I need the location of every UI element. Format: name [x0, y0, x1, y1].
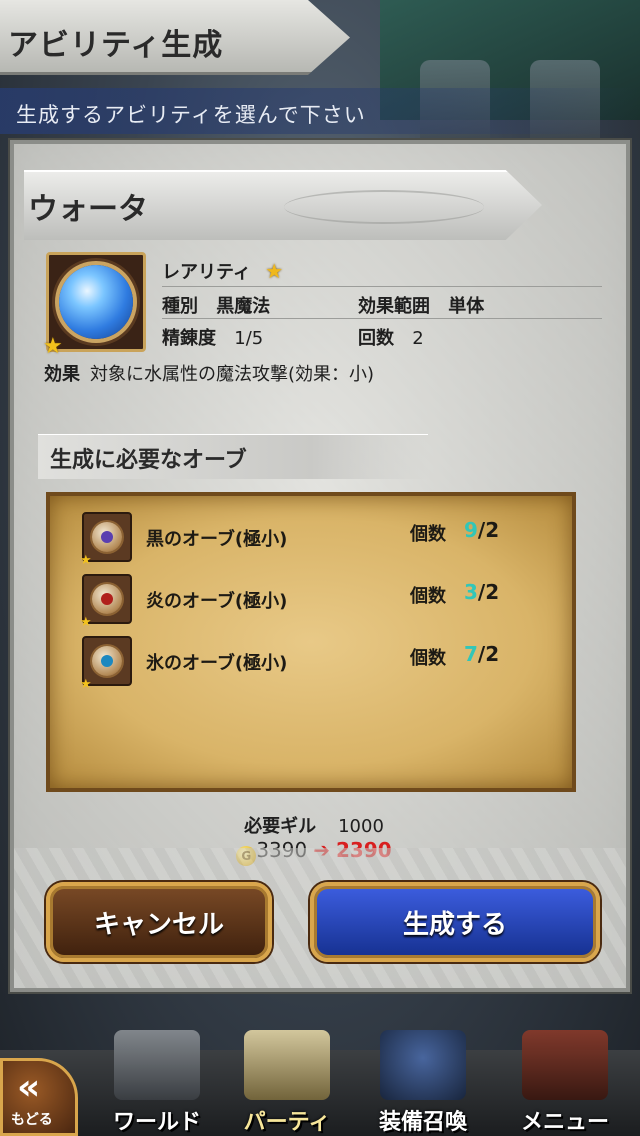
- ability-name: ウォータ: [28, 192, 148, 227]
- star-icon: ★: [80, 615, 92, 630]
- orb-name: 氷のオーブ(極小): [146, 653, 288, 674]
- count-label: 個数: [410, 648, 446, 669]
- back-button[interactable]: « もどる: [0, 1058, 78, 1136]
- page-title: アビリティ生成: [8, 28, 224, 63]
- uses-row: 回数 2: [358, 324, 424, 350]
- range-label: 効果範囲: [358, 296, 430, 317]
- rarity-star-icon: ★: [265, 259, 284, 283]
- rarity-row: レアリティ ★: [162, 258, 283, 284]
- divider: [162, 318, 602, 319]
- water-orb-icon: [59, 265, 133, 339]
- menu-book-icon: [522, 1030, 608, 1100]
- nav-summon[interactable]: 装備召喚: [358, 1024, 488, 1136]
- star-icon: ★: [43, 334, 63, 359]
- rarity-label: レアリティ: [162, 262, 251, 283]
- world-icon: [114, 1030, 200, 1100]
- required-orbs-title: 生成に必要なオーブ: [50, 448, 247, 473]
- list-item: ★ 黒のオーブ(極小) 個数 9/2: [50, 512, 570, 568]
- chevron-left-icon: «: [17, 1067, 41, 1108]
- nav-world-label: ワールド: [112, 1110, 201, 1135]
- nav-world[interactable]: ワールド: [92, 1024, 222, 1136]
- orb-name: 黒のオーブ(極小): [146, 529, 288, 550]
- orb-name: 炎のオーブ(極小): [146, 591, 288, 612]
- create-button[interactable]: 生成する: [310, 882, 600, 962]
- ability-create-dialog: ウォータ ★ レアリティ ★ 種別 黒魔法 効果範囲 単体 精錬度 1/5 回数…: [10, 140, 630, 992]
- required-gil-value: 1000: [338, 816, 384, 837]
- cancel-button[interactable]: キャンセル: [46, 882, 272, 962]
- uses-label: 回数: [358, 328, 394, 349]
- required-gil-label: 必要ギル: [244, 816, 317, 837]
- type-value: 黒魔法: [216, 296, 271, 317]
- count-label: 個数: [410, 586, 446, 607]
- effect-value: 対象に水属性の魔法攻撃(効果：小): [90, 364, 375, 385]
- nav-summon-label: 装備召喚: [378, 1110, 467, 1135]
- summon-icon: [380, 1030, 466, 1100]
- orb-count: 9/2: [464, 518, 500, 542]
- orb-count: 3/2: [464, 580, 500, 604]
- divider: [162, 286, 602, 287]
- fire-orb-icon: ★: [80, 574, 132, 630]
- required-orbs-panel: ★ 黒のオーブ(極小) 個数 9/2 ★ 炎のオーブ(極小) 個数 3/2 ★ …: [46, 492, 576, 792]
- ice-orb-icon: ★: [80, 636, 132, 692]
- instruction-text: 生成するアビリティを選んで下さい: [16, 103, 366, 127]
- orb-count: 7/2: [464, 642, 500, 666]
- refine-label: 精錬度: [162, 328, 216, 349]
- list-item: ★ 氷のオーブ(極小) 個数 7/2: [50, 636, 570, 692]
- type-row: 種別 黒魔法: [162, 292, 270, 318]
- effect-label: 効果: [44, 364, 80, 385]
- required-gil: 必要ギル 1000: [14, 812, 614, 838]
- range-row: 効果範囲 単体: [358, 292, 484, 318]
- nav-party[interactable]: パーティ: [222, 1024, 352, 1136]
- back-label: もどる: [11, 1112, 53, 1128]
- nav-menu[interactable]: メニュー: [500, 1024, 630, 1136]
- ability-icon: ★: [43, 252, 146, 359]
- effect-row: 効果 対象に水属性の魔法攻撃(効果：小): [44, 360, 374, 386]
- nav-party-label: パーティ: [243, 1110, 331, 1135]
- type-label: 種別: [162, 296, 198, 317]
- list-item: ★ 炎のオーブ(極小) 個数 3/2: [50, 574, 570, 630]
- range-value: 単体: [448, 296, 485, 317]
- nav-menu-label: メニュー: [520, 1110, 609, 1135]
- star-icon: ★: [80, 553, 92, 568]
- refine-row: 精錬度 1/5: [162, 324, 263, 350]
- black-orb-icon: ★: [80, 512, 132, 568]
- count-label: 個数: [410, 524, 446, 545]
- party-chess-icon: [244, 1030, 330, 1100]
- star-icon: ★: [80, 677, 92, 692]
- uses-value: 2: [412, 328, 424, 349]
- refine-value: 1/5: [234, 328, 264, 349]
